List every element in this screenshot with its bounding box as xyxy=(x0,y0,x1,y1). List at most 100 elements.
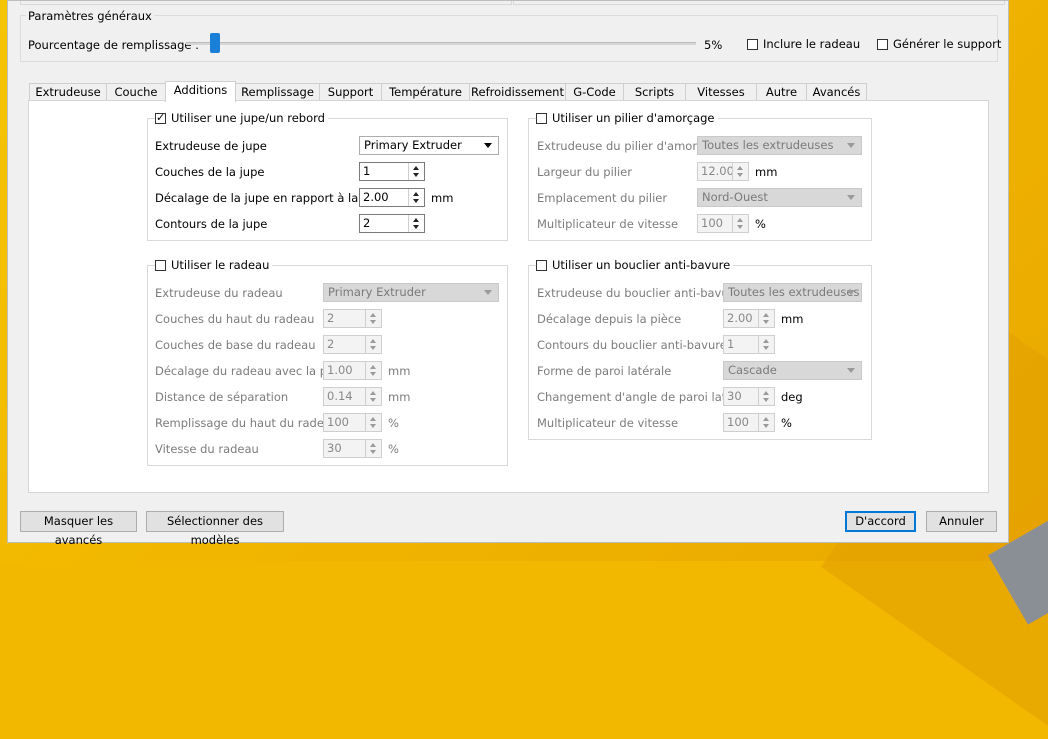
spin-down-icon[interactable] xyxy=(737,225,743,229)
skirt-offset-spinbox[interactable]: 2.00 xyxy=(359,188,425,207)
skirt-checkbox[interactable] xyxy=(155,111,166,124)
prime-location-select[interactable]: Nord-Ouest xyxy=(697,188,862,207)
spin-down-icon[interactable] xyxy=(413,173,419,177)
prime-width-spinbox[interactable]: 12.00 xyxy=(697,162,749,181)
raft-checkbox[interactable] xyxy=(155,259,166,271)
prime-extruder-select[interactable]: Toutes les extrudeuses xyxy=(697,136,862,155)
tab-remplissage[interactable]: Remplissage xyxy=(235,83,320,101)
spin-down-icon[interactable] xyxy=(370,346,376,350)
spin-buttons[interactable] xyxy=(758,388,774,405)
raft-top-layers-spinbox[interactable]: 2 xyxy=(323,309,382,328)
infill-slider-track[interactable] xyxy=(186,42,696,45)
ooze-shield-checkbox[interactable] xyxy=(536,259,547,271)
spin-buttons[interactable] xyxy=(365,362,381,379)
ooze-speed-spinbox[interactable]: 100 xyxy=(723,413,775,432)
generate-support-box[interactable] xyxy=(877,38,888,50)
tab-refroidissement[interactable]: Refroidissement xyxy=(469,83,566,101)
hide-advanced-button[interactable]: Masquer les avancés xyxy=(20,511,137,547)
prime-pillar-group-title[interactable]: Utiliser un pilier d'amorçage xyxy=(536,111,718,125)
spin-buttons[interactable] xyxy=(758,336,774,353)
spin-buttons[interactable] xyxy=(408,215,424,232)
spin-down-icon[interactable] xyxy=(370,398,376,402)
spin-up-icon[interactable] xyxy=(763,417,769,421)
skirt-extruder-value: Primary Extruder xyxy=(364,138,462,152)
generate-support-checkbox[interactable]: Générer le support xyxy=(877,37,1001,51)
tab-scripts[interactable]: Scripts xyxy=(623,83,686,101)
ok-button[interactable]: D'accord xyxy=(845,511,916,532)
spin-up-icon[interactable] xyxy=(370,391,376,395)
spin-up-icon[interactable] xyxy=(737,166,743,170)
spin-up-icon[interactable] xyxy=(370,443,376,447)
tab-avances[interactable]: Avancés xyxy=(806,83,867,101)
spin-down-icon[interactable] xyxy=(413,225,419,229)
spin-down-icon[interactable] xyxy=(370,424,376,428)
skirt-checkbox-label: Utiliser une jupe/un rebord xyxy=(171,111,325,125)
raft-group-title[interactable]: Utiliser le radeau xyxy=(155,258,273,272)
spin-up-icon[interactable] xyxy=(370,339,376,343)
spin-up-icon[interactable] xyxy=(737,218,743,222)
spin-buttons[interactable] xyxy=(758,310,774,327)
tab-extrudeuse[interactable]: Extrudeuse xyxy=(29,83,107,101)
raft-separation-spinbox[interactable]: 0.14 xyxy=(323,387,382,406)
tab-gcode[interactable]: G-Code xyxy=(565,83,624,101)
spin-buttons[interactable] xyxy=(732,163,748,180)
tab-additions[interactable]: Additions xyxy=(165,81,236,102)
infill-slider-handle[interactable] xyxy=(210,33,220,53)
spin-up-icon[interactable] xyxy=(413,166,419,170)
spin-up-icon[interactable] xyxy=(413,218,419,222)
raft-offset-spinbox[interactable]: 1.00 xyxy=(323,361,382,380)
tab-autre[interactable]: Autre xyxy=(756,83,807,101)
spin-down-icon[interactable] xyxy=(763,424,769,428)
spin-buttons[interactable] xyxy=(365,388,381,405)
spin-buttons[interactable] xyxy=(408,163,424,180)
tab-couche[interactable]: Couche xyxy=(106,83,166,101)
skirt-group-title[interactable]: Utiliser une jupe/un rebord xyxy=(155,111,328,125)
spin-up-icon[interactable] xyxy=(763,313,769,317)
raft-extruder-select[interactable]: Primary Extruder xyxy=(323,283,499,302)
ooze-outlines-spinbox[interactable]: 1 xyxy=(723,335,775,354)
skirt-layers-spinbox[interactable]: 1 xyxy=(359,162,425,181)
spin-down-icon[interactable] xyxy=(763,398,769,402)
spin-buttons[interactable] xyxy=(365,440,381,457)
spin-up-icon[interactable] xyxy=(413,192,419,196)
ooze-shield-group-title[interactable]: Utiliser un bouclier anti-bavure xyxy=(536,258,734,272)
ooze-wall-shape-select[interactable]: Cascade xyxy=(723,361,862,380)
raft-top-infill-spinbox[interactable]: 100 xyxy=(323,413,382,432)
ooze-angle-spinbox[interactable]: 30 xyxy=(723,387,775,406)
spin-down-icon[interactable] xyxy=(370,320,376,324)
spin-down-icon[interactable] xyxy=(763,346,769,350)
raft-speed-spinbox[interactable]: 30 xyxy=(323,439,382,458)
cancel-button[interactable]: Annuler xyxy=(926,511,997,532)
spin-down-icon[interactable] xyxy=(413,199,419,203)
spin-buttons[interactable] xyxy=(365,414,381,431)
spin-down-icon[interactable] xyxy=(370,372,376,376)
ooze-extruder-select[interactable]: Toutes les extrudeuses xyxy=(723,283,862,302)
prime-pillar-checkbox[interactable] xyxy=(536,112,547,124)
skirt-outlines-spinbox[interactable]: 2 xyxy=(359,214,425,233)
include-raft-checkbox[interactable]: Inclure le radeau xyxy=(747,37,860,51)
spin-buttons[interactable] xyxy=(732,215,748,232)
spin-down-icon[interactable] xyxy=(737,173,743,177)
spin-buttons[interactable] xyxy=(365,310,381,327)
spin-down-icon[interactable] xyxy=(763,320,769,324)
include-raft-box[interactable] xyxy=(747,38,758,50)
skirt-extruder-select[interactable]: Primary Extruder xyxy=(359,136,499,155)
spin-down-icon[interactable] xyxy=(370,450,376,454)
tab-temperature[interactable]: Température xyxy=(381,83,470,101)
spin-up-icon[interactable] xyxy=(370,365,376,369)
spin-up-icon[interactable] xyxy=(370,417,376,421)
spin-up-icon[interactable] xyxy=(763,339,769,343)
spin-buttons[interactable] xyxy=(365,336,381,353)
ooze-extruder-label: Extrudeuse du bouclier anti-bavure xyxy=(537,286,741,300)
raft-base-layers-spinbox[interactable]: 2 xyxy=(323,335,382,354)
select-models-button[interactable]: Sélectionner des modèles xyxy=(146,511,284,547)
ooze-offset-spinbox[interactable]: 2.00 xyxy=(723,309,775,328)
spin-up-icon[interactable] xyxy=(763,391,769,395)
raft-base-layers-value: 2 xyxy=(327,337,335,351)
spin-buttons[interactable] xyxy=(408,189,424,206)
spin-buttons[interactable] xyxy=(758,414,774,431)
tab-support[interactable]: Support xyxy=(319,83,382,101)
prime-speed-spinbox[interactable]: 100 xyxy=(697,214,749,233)
spin-up-icon[interactable] xyxy=(370,313,376,317)
tab-vitesses[interactable]: Vitesses xyxy=(685,83,757,101)
